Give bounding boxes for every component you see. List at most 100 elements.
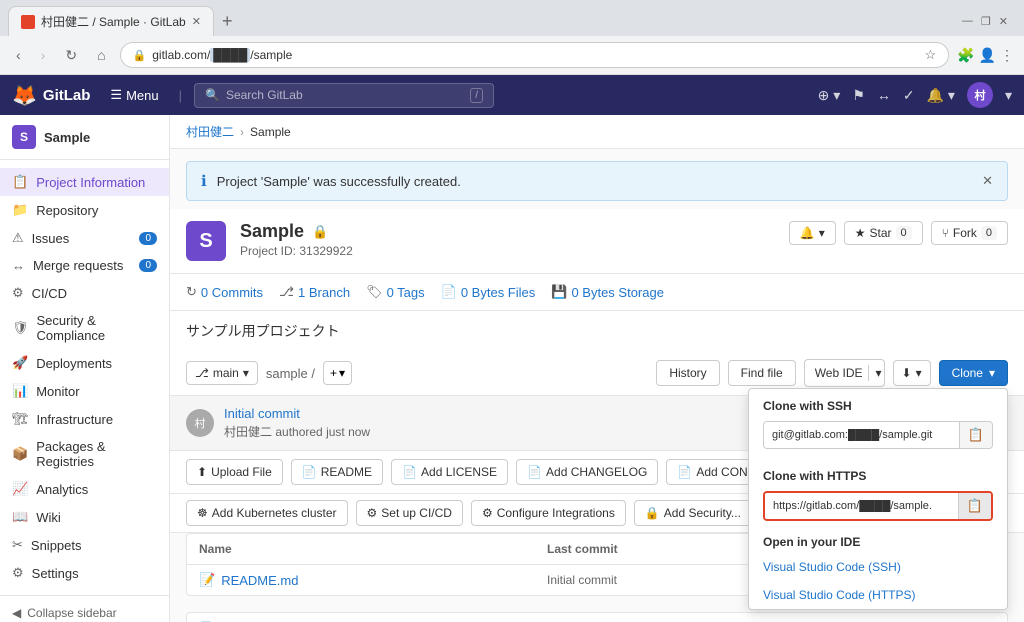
web-ide-button[interactable]: Web IDE ▾ [804,359,885,387]
sidebar-item-settings[interactable]: ⚙ Settings [0,559,169,587]
sidebar-project[interactable]: S Sample [0,115,169,160]
search-shortcut: / [470,88,483,103]
reload-button[interactable]: ↻ [59,45,83,66]
back-button[interactable]: ‹ [10,45,27,65]
add-kubernetes-button[interactable]: ☸ Add Kubernetes cluster [186,500,348,526]
deployments-icon: 🚀 [12,355,28,371]
lock-icon: 🔒 [133,49,147,62]
storage-icon: 💾 [551,284,567,300]
minimize-button[interactable]: — [962,15,973,27]
commit-author-avatar: 村 [186,409,214,437]
infrastructure-icon: 🏗 [12,411,29,427]
search-icon: 🔍 [205,88,220,102]
star-button[interactable]: ★ Star 0 [844,221,923,245]
vscode-https-option[interactable]: Visual Studio Code (HTTPS) [749,581,1007,609]
address-input[interactable]: 🔒 gitlab.com/████/sample ☆ [120,42,950,68]
bookmark-icon[interactable]: ☆ [924,47,936,63]
upload-file-button[interactable]: ⬆ Upload File [186,459,283,485]
user-avatar[interactable]: 村 [967,82,993,108]
add-readme-button[interactable]: 📄 README [291,459,383,485]
search-box[interactable]: 🔍 Search GitLab / [194,83,494,108]
extensions-icon[interactable]: 🧩 [957,47,974,64]
profile-icon[interactable]: 👤 [979,47,996,64]
file-name-text: README.md [221,573,298,588]
issues-icon: ⚠ [12,230,24,246]
integrations-icon: ⚙ [482,506,493,520]
forward-button[interactable]: › [35,45,52,65]
menu-button[interactable]: ☰ Menu [102,83,166,107]
commits-stat[interactable]: ↻ 0 Commits [186,284,263,300]
download-button[interactable]: ⬇ ▾ [893,360,931,386]
todos-button[interactable]: ✓ [903,87,915,104]
col-name: Name [199,542,547,556]
issues-button[interactable]: ⚑ [852,87,865,104]
add-security-button[interactable]: 🔒 Add Security... [634,500,752,526]
sidebar-item-analytics[interactable]: 📈 Analytics [0,475,169,503]
header-search[interactable]: 🔍 Search GitLab / [194,83,494,108]
clone-ssh-input[interactable] [764,423,959,447]
alert-info-icon: ℹ [201,172,207,190]
tags-stat[interactable]: 🏷 0 Tags [366,284,425,300]
sidebar-item-merge-requests[interactable]: ↔ Merge requests 0 [0,252,169,279]
sidebar-item-packages[interactable]: 📦 Packages & Registries [0,433,169,475]
gitlab-logo[interactable]: 🦊 GitLab [12,83,90,108]
user-menu-chevron[interactable]: ▾ [1005,87,1012,104]
browser-chrome: 村田健二 / Sample · GitLab ✕ + — ❐ ✕ ‹ › ↻ ⌂… [0,0,1024,75]
clone-ssh-copy-button[interactable]: 📋 [959,422,992,448]
file-name-cell[interactable]: 📝 README.md [199,572,547,588]
header-divider: | [179,88,182,103]
active-tab[interactable]: 村田健二 / Sample · GitLab ✕ [8,6,214,36]
collapse-icon: ◀ [12,606,21,620]
create-button[interactable]: ⊕ ▾ [818,87,841,104]
files-icon: 📄 [441,284,457,300]
clone-https-copy-button[interactable]: 📋 [958,493,991,519]
fork-button[interactable]: ⑂ Fork 0 [931,221,1008,245]
alert-close-button[interactable]: ✕ [982,173,993,189]
sidebar-item-monitor[interactable]: 📊 Monitor [0,377,169,405]
gitlab-logo-text: GitLab [43,87,91,104]
notifications-button[interactable]: 🔔 ▾ [927,87,955,104]
clone-https-input[interactable] [765,494,958,518]
packages-icon: 📦 [12,446,28,462]
branches-stat[interactable]: ⎇ 1 Branch [279,284,350,300]
vscode-ssh-option[interactable]: Visual Studio Code (SSH) [749,553,1007,581]
sidebar-item-repository[interactable]: 📁 Repository [0,196,169,224]
configure-integrations-button[interactable]: ⚙ Configure Integrations [471,500,626,526]
branch-select[interactable]: ⎇ main ▾ [186,361,258,385]
add-changelog-button[interactable]: 📄 Add CHANGELOG [516,459,658,485]
breadcrumb-parent[interactable]: 村田健二 [186,123,234,140]
fork-count: 0 [981,226,997,240]
sidebar-item-security[interactable]: 🛡 Security & Compliance [0,307,169,349]
merge-requests-button[interactable]: ↔ [877,87,891,103]
setup-cicd-button[interactable]: ⚙ Set up CI/CD [356,500,463,526]
sidebar-item-label: Repository [36,203,98,218]
tab-close-button[interactable]: ✕ [192,15,201,28]
collapse-sidebar-button[interactable]: ◀ Collapse sidebar [0,595,169,622]
alert-message: Project 'Sample' was successfully create… [217,174,461,189]
sidebar-item-label: CI/CD [32,286,67,301]
sidebar-item-snippets[interactable]: ✂ Snippets [0,531,169,559]
sidebar-item-label: Monitor [36,384,79,399]
notification-button[interactable]: 🔔 ▾ [789,221,836,245]
close-button[interactable]: ✕ [999,15,1008,28]
new-tab-button[interactable]: + [214,7,241,36]
home-button[interactable]: ⌂ [91,45,111,65]
find-file-button[interactable]: Find file [728,360,796,386]
sidebar-item-label: Wiki [36,510,61,525]
menu-dots-icon[interactable]: ⋮ [1000,47,1014,64]
history-button[interactable]: History [656,360,719,386]
sidebar-item-cicd[interactable]: ⚙ CI/CD [0,279,169,307]
sidebar-item-infrastructure[interactable]: 🏗 Infrastructure [0,405,169,433]
clone-button[interactable]: Clone ▾ [939,360,1008,386]
search-placeholder: Search GitLab [226,88,303,102]
add-files-button[interactable]: + ▾ [323,361,352,385]
security-add-icon: 🔒 [645,506,660,520]
sidebar-item-issues[interactable]: ⚠ Issues 0 [0,224,169,252]
restore-button[interactable]: ❐ [981,15,991,28]
fork-label: Fork [953,226,977,240]
add-license-button[interactable]: 📄 Add LICENSE [391,459,508,485]
sidebar-item-wiki[interactable]: 📖 Wiki [0,503,169,531]
open-ide-title: Open in your IDE [749,531,1007,553]
sidebar-item-deployments[interactable]: 🚀 Deployments [0,349,169,377]
sidebar-item-project-information[interactable]: 📋 Project Information [0,168,169,196]
